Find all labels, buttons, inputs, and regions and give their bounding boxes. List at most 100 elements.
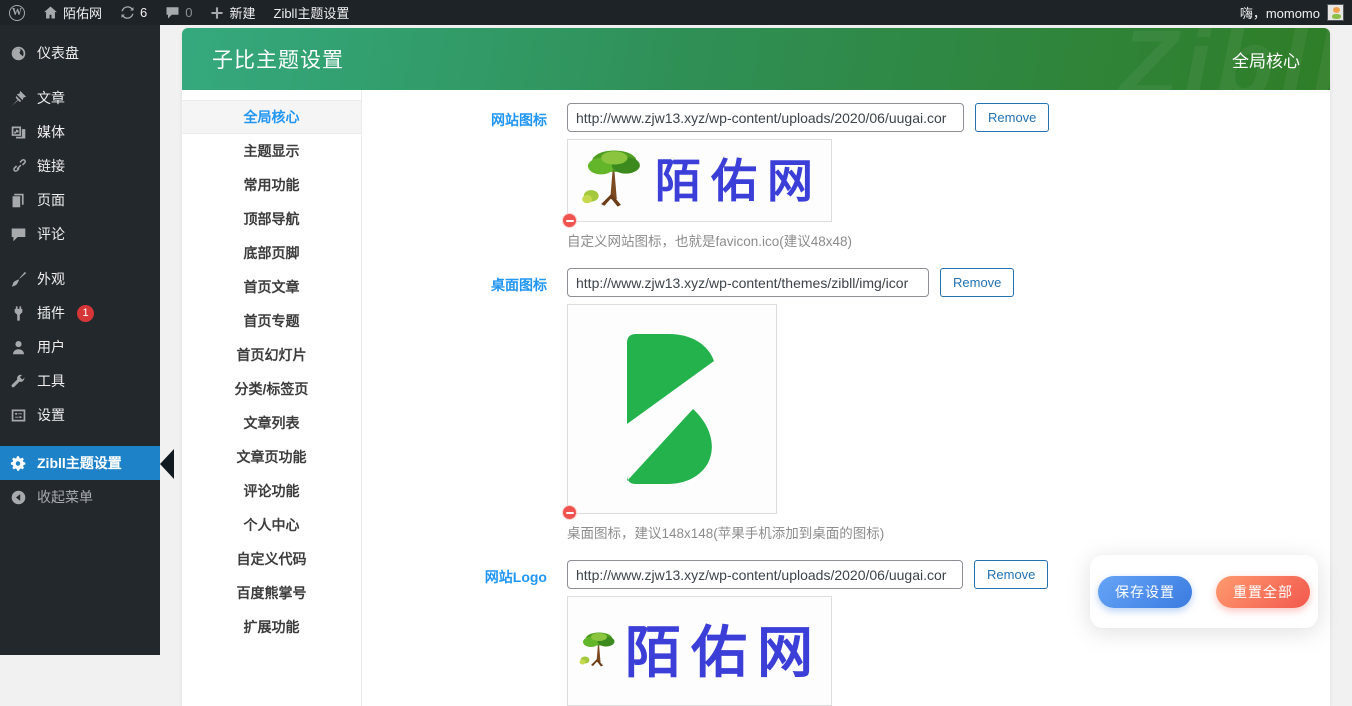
sidebar-item-appearance[interactable]: 外观: [0, 262, 160, 296]
desktop-icon-url-input[interactable]: [567, 268, 929, 297]
sidebar-item-label: 链接: [37, 156, 65, 176]
admin-bar: W 陌佑网 6 0 新建 Zibll主题设置 嗨，momomo: [0, 0, 1352, 25]
save-settings-button[interactable]: 保存设置: [1098, 576, 1192, 608]
page-title: 子比主题设置: [212, 44, 344, 74]
zibll-settings-link[interactable]: Zibll主题设置: [265, 0, 359, 25]
zibll-b-logo: [597, 325, 747, 493]
comments-icon: [10, 226, 27, 243]
tab-common-functions[interactable]: 常用功能: [182, 168, 361, 202]
comment-bubble-icon: [165, 5, 180, 20]
tab-user-center[interactable]: 个人中心: [182, 508, 361, 542]
settings-header: Zibll 子比主题设置 全局核心: [182, 28, 1330, 90]
plus-icon: [210, 6, 224, 20]
sidebar-item-label: 插件: [37, 303, 65, 323]
tab-post-page-functions[interactable]: 文章页功能: [182, 440, 361, 474]
field-caption: 桌面图标，建议148x148(苹果手机添加到桌面的图标): [567, 522, 1014, 542]
tree-logo-icon: [576, 148, 651, 214]
sidebar-item-label: 页面: [37, 190, 65, 210]
tab-top-navigation[interactable]: 顶部导航: [182, 202, 361, 236]
sidebar-item-label: 文章: [37, 88, 65, 108]
sidebar-item-label: 外观: [37, 269, 65, 289]
site-logo-remove-button[interactable]: Remove: [974, 560, 1048, 589]
updates-link[interactable]: 6: [111, 0, 156, 25]
comment-count: 0: [185, 5, 192, 20]
dashboard-icon: [10, 45, 27, 62]
new-content-label: 新建: [229, 3, 255, 22]
wrench-icon: [10, 373, 27, 390]
sidebar-item-pages[interactable]: 页面: [0, 183, 160, 217]
desktop-icon-remove-button[interactable]: Remove: [940, 268, 1014, 297]
tab-global-core[interactable]: 全局核心: [182, 100, 361, 134]
field-label: 桌面图标: [372, 268, 547, 560]
site-logo-url-input[interactable]: [567, 560, 963, 589]
site-logo-preview: 陌佑网: [567, 596, 832, 706]
sidebar-item-label: 收起菜单: [37, 487, 93, 507]
field-label: 网站图标: [372, 103, 547, 268]
sidebar-item-label: 媒体: [37, 122, 65, 142]
admin-sidebar: 仪表盘 文章 媒体 链接 页面 评论 外观 插件 1 用户 工具 设置: [0, 25, 160, 655]
tab-category-tag-pages[interactable]: 分类/标签页: [182, 372, 361, 406]
sidebar-item-plugins[interactable]: 插件 1: [0, 296, 160, 330]
site-name: 陌佑网: [63, 3, 102, 22]
pages-icon: [10, 192, 27, 209]
comments-link[interactable]: 0: [156, 0, 201, 25]
desktop-icon-preview: [567, 304, 777, 514]
site-icon-remove-button[interactable]: Remove: [975, 103, 1049, 132]
current-section-title: 全局核心: [1232, 47, 1300, 72]
zibll-settings-label: Zibll主题设置: [274, 3, 350, 22]
sidebar-item-users[interactable]: 用户: [0, 330, 160, 364]
sidebar-item-label: 用户: [37, 337, 65, 357]
avatar[interactable]: [1327, 4, 1344, 21]
sidebar-item-label: 仪表盘: [37, 43, 79, 63]
tab-baidu-xiongzhang[interactable]: 百度熊掌号: [182, 576, 361, 610]
sidebar-item-tools[interactable]: 工具: [0, 364, 160, 398]
field-label: 网站Logo: [372, 560, 547, 706]
tab-extensions[interactable]: 扩展功能: [182, 610, 361, 644]
sidebar-item-zibll-theme-settings[interactable]: Zibll主题设置: [0, 446, 160, 480]
remove-image-icon[interactable]: [562, 213, 577, 228]
gear-icon: [10, 455, 27, 472]
tab-footer[interactable]: 底部页脚: [182, 236, 361, 270]
site-icon-url-input[interactable]: [567, 103, 964, 132]
update-count: 6: [140, 5, 147, 20]
tab-post-list[interactable]: 文章列表: [182, 406, 361, 440]
tab-custom-code[interactable]: 自定义代码: [182, 542, 361, 576]
tab-home-topics[interactable]: 首页专题: [182, 304, 361, 338]
settings-tab-list: 全局核心 主题显示 常用功能 顶部导航 底部页脚 首页文章 首页专题 首页幻灯片…: [182, 90, 362, 706]
tree-logo-icon: [576, 608, 621, 694]
reset-all-button[interactable]: 重置全部: [1216, 576, 1310, 608]
field-row-desktop-icon: 桌面图标 Remove 桌面图标，建议148x148(苹果手机添加到桌面的图标): [372, 268, 1330, 560]
field-row-site-icon: 网站图标 Remove: [372, 103, 1330, 268]
sidebar-item-label: 评论: [37, 224, 65, 244]
sidebar-item-posts[interactable]: 文章: [0, 81, 160, 115]
floating-action-panel: 保存设置 重置全部: [1090, 555, 1318, 628]
sidebar-item-label: 设置: [37, 405, 65, 425]
sidebar-item-dashboard[interactable]: 仪表盘: [0, 36, 160, 70]
tab-home-posts[interactable]: 首页文章: [182, 270, 361, 304]
link-icon: [10, 158, 27, 175]
sidebar-item-media[interactable]: 媒体: [0, 115, 160, 149]
appearance-icon: [10, 271, 27, 288]
tab-theme-display[interactable]: 主题显示: [182, 134, 361, 168]
site-logo-text: 陌佑网: [625, 608, 823, 695]
collapse-icon: [10, 489, 27, 506]
wordpress-logo-menu[interactable]: W: [0, 0, 34, 25]
new-content-link[interactable]: 新建: [201, 0, 264, 25]
wordpress-logo-icon: W: [9, 5, 25, 21]
sidebar-item-label: 工具: [37, 371, 65, 391]
plugin-icon: [10, 305, 27, 322]
visit-site-link[interactable]: 陌佑网: [34, 0, 111, 25]
sidebar-item-comments[interactable]: 评论: [0, 217, 160, 251]
pin-icon: [10, 90, 27, 107]
tab-comment-functions[interactable]: 评论功能: [182, 474, 361, 508]
sidebar-item-collapse-menu[interactable]: 收起菜单: [0, 480, 160, 514]
active-menu-arrow: [160, 449, 174, 479]
plugin-update-badge: 1: [77, 305, 94, 322]
account-greeting[interactable]: 嗨，momomo: [1240, 3, 1320, 22]
home-icon: [43, 5, 58, 20]
remove-image-icon[interactable]: [562, 505, 577, 520]
media-icon: [10, 124, 27, 141]
sidebar-item-settings[interactable]: 设置: [0, 398, 160, 432]
tab-home-slider[interactable]: 首页幻灯片: [182, 338, 361, 372]
sidebar-item-links[interactable]: 链接: [0, 149, 160, 183]
